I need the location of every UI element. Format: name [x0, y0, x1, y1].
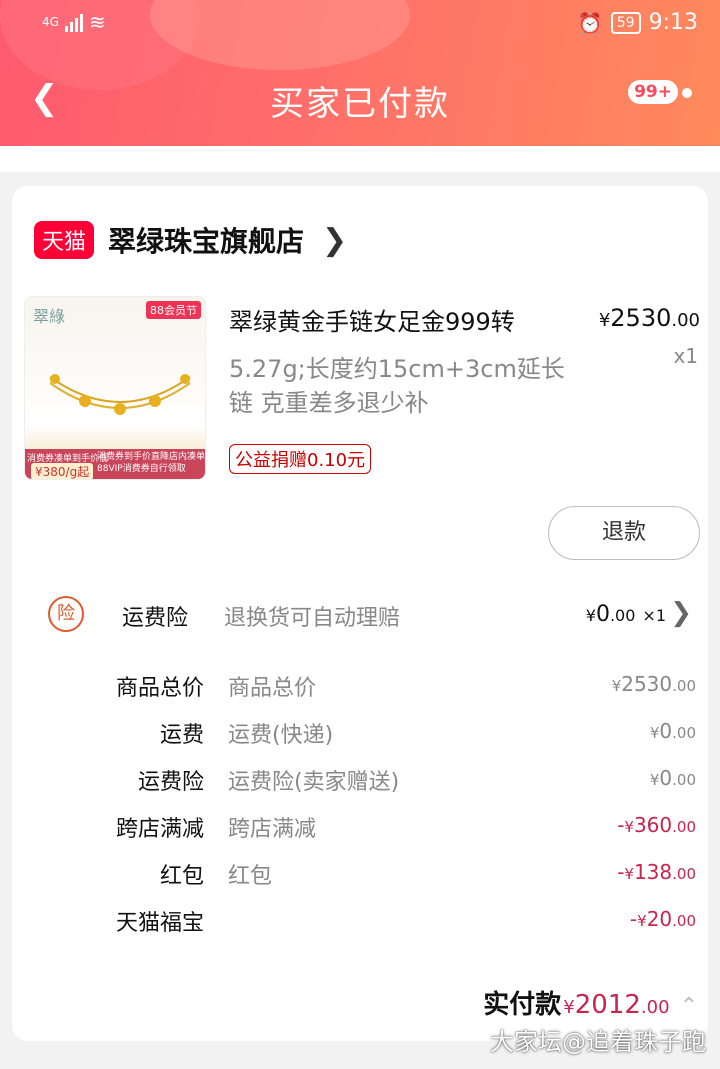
watermark: 大家坛@追着珠子跑: [490, 1028, 706, 1056]
battery-icon: 59: [610, 11, 641, 34]
total-label: 实付款: [483, 990, 562, 1020]
clock: 9:13: [648, 10, 698, 35]
row-label: 商品总价: [115, 676, 204, 701]
shop-name[interactable]: 翠绿珠宝旗舰店: [108, 220, 304, 260]
product-quantity: x1: [673, 344, 698, 368]
breakdown-row: 运费险 运费险(卖家赠送) ¥0.00: [12, 760, 708, 800]
row-label: 天猫福宝: [115, 911, 204, 936]
row-desc: 运费险(卖家赠送): [228, 770, 400, 795]
row-desc: 红包: [228, 864, 273, 889]
status-bar: 4G ≋ ⏰ 59 9:13: [0, 10, 720, 40]
charity-badge: 公益捐赠0.10元: [229, 444, 372, 474]
insurance-label: 运费险: [122, 606, 189, 631]
product-price: ¥2530.00: [598, 304, 700, 332]
breakdown-row: 商品总价 商品总价 ¥2530.00: [12, 666, 708, 706]
product-name[interactable]: 翠绿黄金手链女足金999转: [229, 302, 569, 337]
dot-icon: [682, 88, 692, 98]
signal-icon: [64, 12, 83, 32]
more-menu-button[interactable]: 99+: [628, 80, 692, 104]
breakdown-row: 运费 运费(快递) ¥0.00: [12, 713, 708, 753]
promo-tag: 88会员节: [146, 301, 201, 319]
product-image[interactable]: 翠綠 88会员节 消费券凑单到手价低 ¥380/g起 消费券到手价直降店内凑单 8…: [24, 296, 206, 480]
row-desc: 跨店满减: [228, 817, 317, 842]
alarm-icon: ⏰: [577, 10, 603, 35]
chevron-up-icon[interactable]: ⌃: [680, 994, 698, 1019]
page-title: 买家已付款: [270, 84, 450, 124]
breakdown-row: 红包 红包 -¥138.00: [12, 854, 708, 894]
row-desc: 运费(快递): [228, 723, 334, 748]
wifi-icon: ≋: [88, 10, 106, 34]
row-label: 运费险: [137, 770, 204, 795]
promo-text: 消费券到手价直降店内凑单 88VIP消费券自行领取: [97, 452, 206, 474]
message-count-badge: 99+: [628, 80, 678, 104]
brand-logo: 翠綠: [33, 307, 66, 326]
promo-strip: 消费券凑单到手价低 ¥380/g起 消费券到手价直降店内凑单 88VIP消费券自行…: [25, 449, 205, 479]
row-label: 跨店满减: [115, 817, 204, 842]
row-amount: -¥20.00: [629, 907, 696, 931]
row-amount: ¥0.00: [649, 719, 696, 743]
row-label: 运费: [159, 723, 204, 748]
order-card: 天猫 翠绿珠宝旗舰店 ❯ 翠綠 88会员节 消费券凑单到手价低 ¥380/g起 …: [12, 186, 708, 1041]
row-label: 红包: [159, 864, 204, 889]
chevron-right-icon: ❯: [322, 222, 348, 258]
product-spec: 5.27g;长度约15cm+3cm延长链 克重差多退少补: [229, 355, 565, 417]
row-amount: ¥0.00: [649, 766, 696, 790]
breakdown-row: 天猫福宝 -¥20.00: [12, 901, 708, 941]
network-label: 4G: [42, 15, 59, 29]
shop-header[interactable]: 天猫 翠绿珠宝旗舰店 ❯: [34, 220, 347, 260]
insurance-desc: 退换货可自动理赔: [224, 606, 401, 631]
row-desc: 商品总价: [228, 676, 317, 701]
total-paid[interactable]: 实付款 ¥2012.00 ⌃: [483, 984, 698, 1021]
nav-bar: ❮ 买家已付款 99+: [0, 70, 720, 130]
row-amount: -¥138.00: [617, 860, 696, 884]
tmall-badge: 天猫: [34, 221, 95, 259]
row-amount: -¥360.00: [617, 813, 696, 837]
spacer: [0, 146, 720, 172]
price-tag: ¥380/g起: [31, 463, 94, 479]
refund-button[interactable]: 退款: [548, 506, 700, 560]
row-amount: ¥2530.00: [611, 672, 696, 696]
bracelet-graphic: [49, 374, 191, 415]
header-bar: 4G ≋ ⏰ 59 9:13 ❮ 买家已付款 99+: [0, 0, 720, 146]
insurance-icon: 险: [48, 596, 84, 632]
insurance-price: ¥0.00 ×1: [585, 602, 666, 627]
breakdown-row: 跨店满减 跨店满减 -¥360.00: [12, 807, 708, 847]
total-amount: ¥2012.00: [563, 990, 670, 1020]
shipping-insurance-row[interactable]: 险 运费险 退换货可自动理赔 ¥0.00 ×1 ❯: [12, 594, 708, 634]
chevron-right-icon: ❯: [670, 598, 692, 628]
